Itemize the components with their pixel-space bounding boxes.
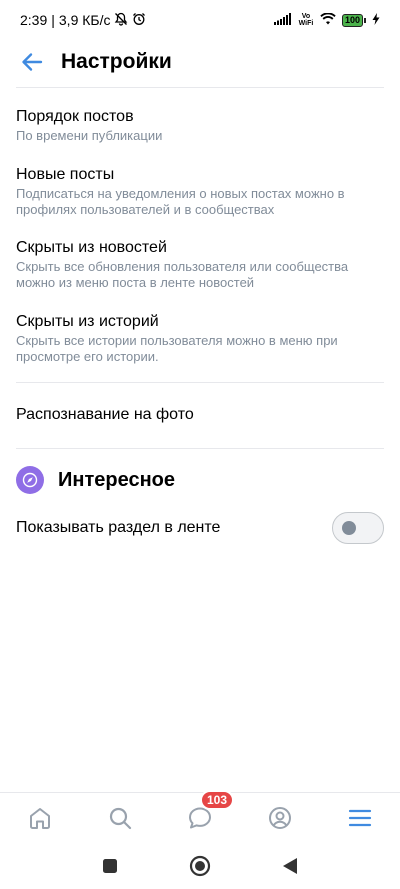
- system-nav: [0, 842, 400, 889]
- show-section-row: Показывать раздел в ленте: [16, 510, 384, 546]
- page-title: Настройки: [61, 50, 172, 73]
- section-divider: [16, 448, 384, 449]
- section-divider: [16, 382, 384, 383]
- recent-apps-button[interactable]: [96, 852, 124, 880]
- nav-messages[interactable]: 103: [180, 789, 235, 838]
- circle-icon: [189, 855, 211, 876]
- setting-title: Скрыты из новостей: [16, 239, 167, 256]
- status-bar: 2:39 | 3,9 КБ/с Vo WiFi 100: [0, 0, 400, 40]
- home-system-button[interactable]: [186, 852, 214, 880]
- bottom-nav: 103: [0, 789, 400, 842]
- arrow-left-icon: [22, 53, 43, 71]
- show-in-feed-toggle[interactable]: [332, 512, 384, 544]
- header: Настройки: [0, 40, 400, 84]
- setting-hidden-from-stories[interactable]: Скрыты из историй Скрыть все истории пол…: [16, 312, 384, 365]
- status-time: 2:39: [20, 12, 48, 28]
- section-title: Интересное: [58, 468, 175, 491]
- interesting-section-header: Интересное: [16, 466, 175, 494]
- battery-icon: 100: [341, 13, 366, 27]
- home-icon: [30, 807, 50, 829]
- setting-post-order[interactable]: Порядок постов По времени публикации: [16, 107, 384, 144]
- search-icon: [109, 807, 132, 829]
- header-divider: [16, 87, 384, 88]
- signal-icon: [273, 12, 292, 28]
- nav-menu[interactable]: [340, 798, 380, 838]
- wifi-icon: [320, 12, 336, 28]
- back-system-button[interactable]: [276, 852, 304, 880]
- messages-badge: 103: [200, 789, 235, 810]
- square-icon: [103, 858, 117, 873]
- setting-subtitle: Скрыть все обновления пользователя или с…: [16, 259, 349, 290]
- setting-new-posts[interactable]: Новые посты Подписаться на уведомления о…: [16, 165, 384, 218]
- back-button[interactable]: [16, 46, 48, 78]
- nav-profile[interactable]: [260, 798, 300, 838]
- setting-title: Порядок постов: [16, 108, 134, 125]
- network-speed: 3,9 КБ/с: [58, 12, 111, 28]
- setting-hidden-from-news[interactable]: Скрыты из новостей Скрыть все обновления…: [16, 238, 384, 291]
- setting-title: Скрыты из историй: [16, 313, 159, 330]
- menu-icon: [348, 809, 372, 826]
- setting-subtitle: Подписаться на уведомления о новых поста…: [16, 186, 345, 217]
- setting-title: Распознавание на фото: [16, 406, 194, 423]
- setting-subtitle: Скрыть все истории пользователя можно в …: [16, 333, 338, 364]
- nav-search[interactable]: [100, 798, 140, 838]
- profile-icon: [269, 806, 291, 829]
- toggle-label: Показывать раздел в ленте: [16, 519, 221, 536]
- alarm-icon: [132, 12, 146, 29]
- charging-icon: [372, 12, 380, 28]
- battery-level: 100: [341, 13, 363, 27]
- setting-title: Новые посты: [16, 166, 115, 183]
- triangle-back-icon: [283, 857, 297, 874]
- toggle-knob: [342, 521, 356, 535]
- setting-subtitle: По времени публикации: [16, 128, 163, 143]
- nav-home[interactable]: [20, 798, 60, 838]
- compass-icon: [16, 466, 44, 494]
- setting-photo-recognition[interactable]: Распознавание на фото: [16, 405, 384, 425]
- vowifi-label: Vo WiFi: [298, 13, 314, 27]
- bell-muted-icon: [114, 12, 128, 29]
